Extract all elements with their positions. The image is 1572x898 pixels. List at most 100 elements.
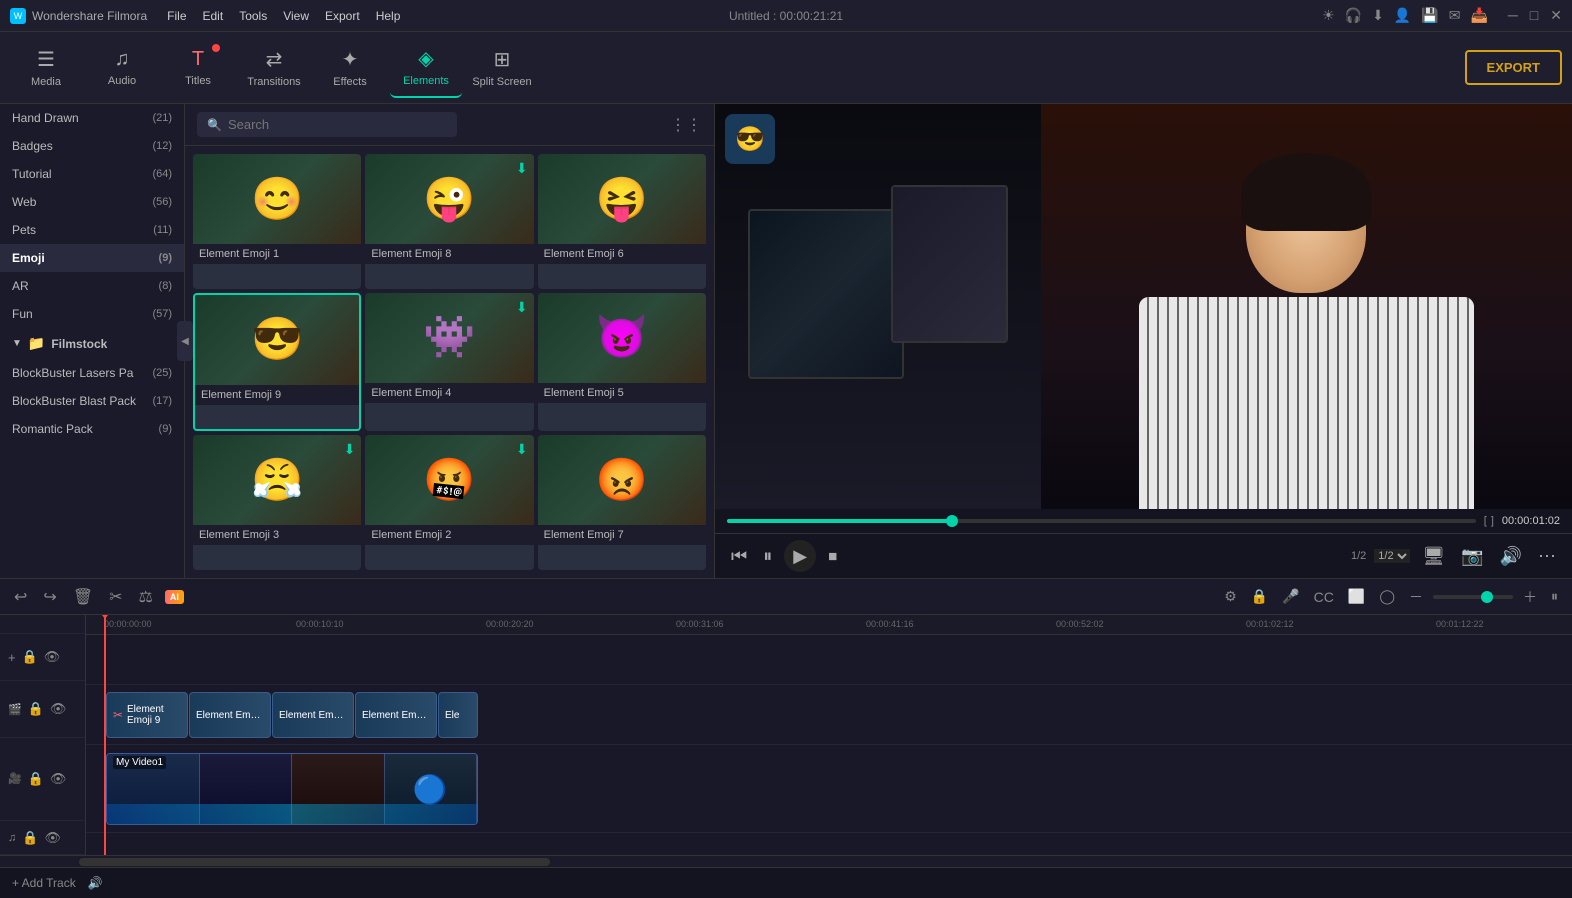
left-panel-romantic[interactable]: Romantic Pack (9) bbox=[0, 415, 184, 443]
media-item-emoji6[interactable]: 😝 Element Emoji 6 bbox=[538, 154, 706, 289]
ruler-spacer bbox=[0, 615, 85, 634]
clip-ele-5[interactable]: Ele bbox=[438, 692, 478, 738]
tl-zoom-plus-button[interactable]: ＋ bbox=[1519, 583, 1541, 611]
menu-tools[interactable]: Tools bbox=[239, 9, 267, 23]
toolbar-media[interactable]: ☰ Media bbox=[10, 38, 82, 98]
toolbar-audio[interactable]: ♫ Audio bbox=[86, 38, 158, 98]
go-to-start-button[interactable]: ⏮ bbox=[727, 542, 751, 571]
left-panel-emoji[interactable]: Emoji (9) bbox=[0, 244, 184, 272]
track4-lock-icon[interactable]: 🔒 bbox=[22, 830, 38, 846]
left-panel-badges[interactable]: Badges (12) bbox=[0, 132, 184, 160]
menu-edit[interactable]: Edit bbox=[203, 9, 224, 23]
tl-undo-button[interactable]: ↩ bbox=[10, 583, 31, 611]
track-eye-icon[interactable]: 👁 bbox=[44, 649, 61, 665]
quality-select[interactable]: 1/2 1/1 bbox=[1374, 549, 1410, 563]
toolbar-elements[interactable]: ◈ Elements bbox=[390, 38, 462, 98]
media-item-emoji3[interactable]: 😤 ⬇ Element Emoji 3 bbox=[193, 435, 361, 570]
playhead[interactable] bbox=[104, 615, 106, 855]
screenshot-button[interactable]: 📷 bbox=[1457, 542, 1487, 571]
media-item-emoji1[interactable]: 😊 Element Emoji 1 bbox=[193, 154, 361, 289]
download-manager-icon[interactable]: ⬇ bbox=[1372, 7, 1384, 24]
left-panel-blockbuster-blast[interactable]: BlockBuster Blast Pack (17) bbox=[0, 387, 184, 415]
tl-delete-button[interactable]: 🗑 bbox=[69, 583, 97, 611]
frame-back-button[interactable]: ⏸ bbox=[759, 542, 776, 571]
track2-lock-icon[interactable]: 🔒 bbox=[28, 701, 44, 717]
tl-lock-button[interactable]: 🔒 bbox=[1247, 584, 1272, 609]
headset-icon[interactable]: 🎧 bbox=[1345, 7, 1362, 24]
menu-view[interactable]: View bbox=[283, 9, 309, 23]
timeline-scrollbar[interactable] bbox=[0, 855, 1572, 867]
clip-emoji9-3[interactable]: Element Emoji 9 bbox=[272, 692, 354, 738]
monitor-select-button[interactable]: 🖥 bbox=[1418, 542, 1449, 571]
tl-crop-button[interactable]: ⬜ bbox=[1344, 584, 1369, 609]
maximize-button[interactable]: □ bbox=[1530, 7, 1538, 24]
play-button[interactable]: ▶ bbox=[784, 540, 816, 572]
import-icon[interactable]: 📥 bbox=[1470, 7, 1487, 24]
tl-adjust-button[interactable]: ⚖ bbox=[135, 583, 157, 611]
toolbar-split-screen[interactable]: ⊞ Split Screen bbox=[466, 38, 538, 98]
tl-zoom-handle[interactable] bbox=[1481, 591, 1493, 603]
tl-cut-button[interactable]: ✂ bbox=[105, 583, 126, 611]
glasses-icon: 😎 bbox=[735, 125, 765, 154]
emoji6-overlay: 😝 bbox=[596, 175, 648, 224]
clip-emoji9-2[interactable]: Element Emoji 9 bbox=[189, 692, 271, 738]
save-icon[interactable]: 💾 bbox=[1421, 7, 1438, 24]
add-track-button[interactable]: + Add Track bbox=[8, 872, 80, 894]
search-input[interactable] bbox=[228, 117, 428, 132]
audio-settings-button[interactable]: 🔊 bbox=[1496, 542, 1526, 571]
toolbar-transitions[interactable]: ⇄ Transitions bbox=[238, 38, 310, 98]
tl-captions-button[interactable]: CC bbox=[1310, 585, 1338, 609]
track4-eye-icon[interactable]: 👁 bbox=[44, 830, 61, 846]
left-panel-web[interactable]: Web (56) bbox=[0, 188, 184, 216]
menu-help[interactable]: Help bbox=[376, 9, 401, 23]
toolbar-effects[interactable]: ✦ Effects bbox=[314, 38, 386, 98]
track-lock-icon[interactable]: 🔒 bbox=[22, 649, 38, 665]
tl-zoom-slider[interactable] bbox=[1433, 595, 1513, 599]
mail-icon[interactable]: ✉ bbox=[1449, 7, 1461, 24]
grid-layout-icon[interactable]: ⋮⋮ bbox=[670, 115, 702, 135]
tl-settings-button[interactable]: ⚙ bbox=[1220, 584, 1241, 609]
stop-button[interactable]: ⏹ bbox=[824, 542, 841, 571]
menu-file[interactable]: File bbox=[167, 9, 186, 23]
progress-bar[interactable] bbox=[727, 519, 1476, 523]
clip-emoji1-4[interactable]: Element Emoji 1 bbox=[355, 692, 437, 738]
more-options-button[interactable]: ⋯ bbox=[1534, 542, 1560, 571]
left-panel-pets[interactable]: Pets (11) bbox=[0, 216, 184, 244]
brightness-icon[interactable]: ☀ bbox=[1322, 7, 1335, 24]
video-clip-main[interactable]: 🔵 My Video1 bbox=[106, 753, 478, 825]
progress-handle[interactable] bbox=[946, 515, 958, 527]
left-panel-ar[interactable]: AR (8) bbox=[0, 272, 184, 300]
left-panel-tutorial[interactable]: Tutorial (64) bbox=[0, 160, 184, 188]
scrollbar-thumb[interactable] bbox=[79, 858, 551, 866]
track-add-icon[interactable]: + bbox=[8, 650, 16, 665]
tl-zoom-minus-button[interactable]: － bbox=[1405, 583, 1427, 611]
tl-speed-button[interactable]: ◯ bbox=[1375, 584, 1399, 609]
media-icon: ☰ bbox=[37, 47, 55, 72]
media-item-emoji9[interactable]: 😎 Element Emoji 9 bbox=[193, 293, 361, 432]
media-item-emoji7[interactable]: 😡 Element Emoji 7 bbox=[538, 435, 706, 570]
export-button[interactable]: EXPORT bbox=[1465, 50, 1562, 85]
tl-mic-button[interactable]: 🎤 bbox=[1278, 584, 1303, 609]
left-panel-blockbuster-lasers[interactable]: BlockBuster Lasers Pa (25) bbox=[0, 359, 184, 387]
tl-redo-button[interactable]: ↪ bbox=[39, 583, 60, 611]
timeline-left-controls: + 🔒 👁 🎬 🔒 👁 🎥 🔒 👁 ♫ 🔒 👁 bbox=[0, 615, 86, 855]
track2-eye-icon[interactable]: 👁 bbox=[50, 701, 67, 717]
clip-emoji9-1[interactable]: ✂ Element Emoji 9 bbox=[106, 692, 188, 738]
search-icon: 🔍 bbox=[207, 118, 222, 132]
panel-collapse-handle[interactable]: ◀ bbox=[177, 321, 193, 361]
media-item-emoji5[interactable]: 😈 Element Emoji 5 bbox=[538, 293, 706, 432]
menu-export[interactable]: Export bbox=[325, 9, 360, 23]
media-item-emoji4[interactable]: 👾 ⬇ Element Emoji 4 bbox=[365, 293, 533, 432]
track3-lock-icon[interactable]: 🔒 bbox=[28, 771, 44, 787]
media-item-emoji2[interactable]: 🤬 ⬇ Element Emoji 2 bbox=[365, 435, 533, 570]
left-panel-hand-drawn[interactable]: Hand Drawn (21) bbox=[0, 104, 184, 132]
filmstock-section[interactable]: ▼ 📁 Filmstock bbox=[0, 328, 184, 359]
minimize-button[interactable]: ─ bbox=[1508, 7, 1518, 24]
close-button[interactable]: ✕ bbox=[1550, 7, 1562, 24]
account-icon[interactable]: 👤 bbox=[1394, 7, 1411, 24]
media-item-emoji8[interactable]: 😜 ⬇ Element Emoji 8 bbox=[365, 154, 533, 289]
left-panel-fun[interactable]: Fun (57) bbox=[0, 300, 184, 328]
toolbar-titles[interactable]: T Titles bbox=[162, 38, 234, 98]
track3-eye-icon[interactable]: 👁 bbox=[50, 771, 67, 787]
tl-pause-button[interactable]: ⏸ bbox=[1547, 584, 1562, 609]
